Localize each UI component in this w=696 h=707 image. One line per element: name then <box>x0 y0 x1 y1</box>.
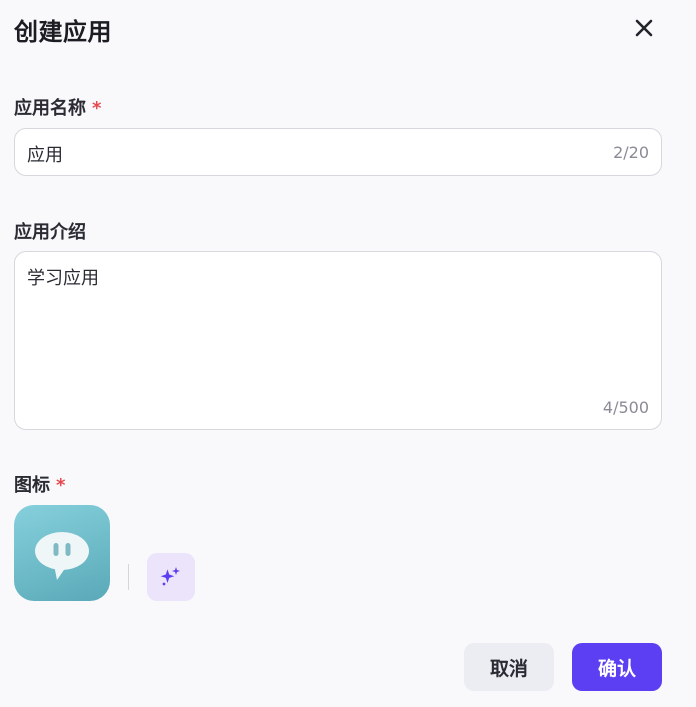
generate-icon-button[interactable] <box>147 553 195 601</box>
create-app-dialog: 创建应用 应用名称 * 应用 2/20 应用介绍 学习应用 4/500 图标 * <box>0 0 696 707</box>
close-button[interactable] <box>630 14 658 42</box>
required-mark: * <box>92 98 102 119</box>
sparkle-icon <box>160 567 180 586</box>
app-intro-counter: 4/500 <box>602 398 649 417</box>
app-name-label-text: 应用名称 <box>14 98 86 119</box>
confirm-button[interactable]: 确认 <box>572 643 662 691</box>
close-icon <box>635 19 653 37</box>
app-intro-value: 学习应用 <box>27 268 99 289</box>
chat-bubble-icon <box>35 532 89 580</box>
required-mark: * <box>56 475 66 496</box>
divider <box>128 564 129 590</box>
app-intro-textarea[interactable]: 学习应用 4/500 <box>14 251 662 430</box>
icon-label-text: 图标 <box>14 475 50 496</box>
cancel-button[interactable]: 取消 <box>464 643 554 691</box>
app-name-counter: 2/20 <box>613 143 649 162</box>
app-name-value: 应用 <box>27 145 63 166</box>
app-intro-label: 应用介绍 <box>14 222 86 243</box>
icon-label: 图标 * <box>14 471 65 497</box>
dialog-title: 创建应用 <box>14 18 112 46</box>
app-name-label: 应用名称 * <box>14 94 101 120</box>
app-icon-preview[interactable] <box>14 505 110 601</box>
app-name-input[interactable]: 应用 2/20 <box>14 128 662 176</box>
